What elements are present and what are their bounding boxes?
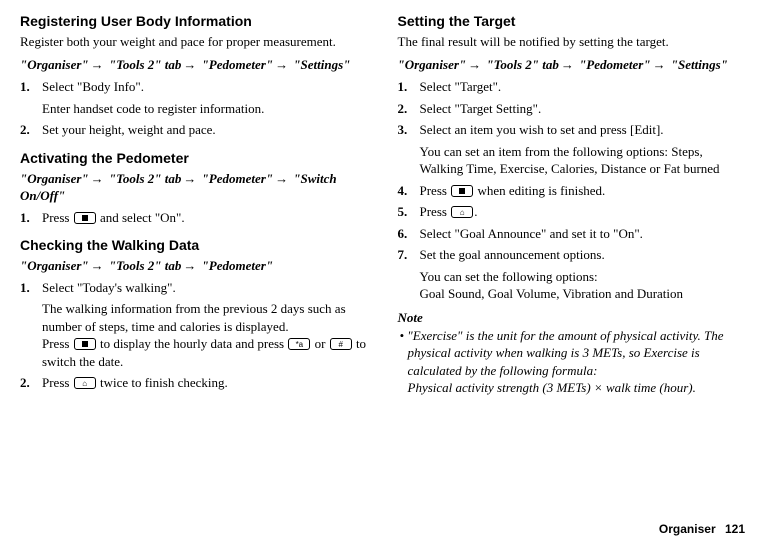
nav-part: "Organiser" bbox=[20, 258, 89, 273]
heading-activating: Activating the Pedometer bbox=[20, 149, 370, 168]
heading-register-body-info: Registering User Body Information bbox=[20, 12, 370, 31]
footer-section-label: Organiser bbox=[659, 522, 716, 536]
step-number: 4. bbox=[398, 182, 420, 200]
step-number: 2. bbox=[20, 374, 42, 392]
text-fragment: Press bbox=[420, 204, 451, 219]
step-number: 6. bbox=[398, 225, 420, 243]
page-footer: Organiser 121 bbox=[659, 521, 745, 537]
step-item: 4. Press when editing is finished. bbox=[398, 182, 748, 200]
step-text: Press when editing is finished. bbox=[420, 182, 748, 200]
footer-page-number: 121 bbox=[725, 522, 745, 536]
step-number: 1. bbox=[20, 279, 42, 371]
text-fragment: twice to finish checking. bbox=[97, 375, 228, 390]
note-label: Note bbox=[398, 309, 748, 327]
right-column: Setting the Target The final result will… bbox=[398, 12, 748, 397]
heading-checking: Checking the Walking Data bbox=[20, 236, 370, 255]
nav-part: "Settings" bbox=[671, 57, 728, 72]
steps-checking: 1. Select "Today's walking". The walking… bbox=[20, 279, 370, 392]
text-fragment: when editing is finished. bbox=[474, 183, 605, 198]
nav-part: "Tools 2" tab bbox=[109, 258, 181, 273]
step-text: Set the goal announcement options. bbox=[420, 247, 605, 262]
steps-register: 1. Select "Body Info". Enter handset cod… bbox=[20, 78, 370, 139]
text-fragment: Press bbox=[42, 375, 73, 390]
nav-part: "Settings" bbox=[293, 57, 350, 72]
nav-part: "Organiser" bbox=[20, 57, 89, 72]
center-key-icon bbox=[451, 185, 473, 197]
step-number: 1. bbox=[398, 78, 420, 96]
step-number: 5. bbox=[398, 203, 420, 221]
step-item: 2. Press ⌂ twice to finish checking. bbox=[20, 374, 370, 392]
nav-part: "Pedometer" bbox=[202, 258, 273, 273]
steps-activating: 1. Press and select "On". bbox=[20, 209, 370, 227]
step-text: Select "Today's walking". bbox=[42, 280, 176, 295]
step-item: 5. Press ⌂. bbox=[398, 203, 748, 221]
step-item: 6. Select "Goal Announce" and set it to … bbox=[398, 225, 748, 243]
step-item: 1. Select "Body Info". Enter handset cod… bbox=[20, 78, 370, 117]
step-number: 3. bbox=[398, 121, 420, 178]
nav-part: "Tools 2" tab bbox=[109, 171, 181, 186]
steps-target: 1. Select "Target". 2. Select "Target Se… bbox=[398, 78, 748, 303]
step-text: Press ⌂ twice to finish checking. bbox=[42, 374, 370, 392]
nav-part: "Organiser" bbox=[20, 171, 89, 186]
step-item: 7. Set the goal announcement options. Yo… bbox=[398, 246, 748, 303]
step-number: 2. bbox=[20, 121, 42, 139]
step-item: 1. Select "Today's walking". The walking… bbox=[20, 279, 370, 371]
step-number: 2. bbox=[398, 100, 420, 118]
star-key-icon: *a bbox=[288, 338, 310, 350]
step-text: Select "Body Info". bbox=[42, 79, 144, 94]
text-target-intro: The final result will be notified by set… bbox=[398, 33, 748, 51]
step-item: 1. Select "Target". bbox=[398, 78, 748, 96]
step-text: Set your height, weight and pace. bbox=[42, 121, 370, 139]
step-text: Select "Goal Announce" and set it to "On… bbox=[420, 225, 748, 243]
step-number: 7. bbox=[398, 246, 420, 303]
clear-key-icon: ⌂ bbox=[451, 206, 473, 218]
left-column: Registering User Body Information Regist… bbox=[20, 12, 370, 397]
text-fragment: Press bbox=[420, 183, 451, 198]
step-text: Press ⌂. bbox=[420, 203, 748, 221]
text-fragment: to display the hourly data and press bbox=[97, 336, 288, 351]
step-text: Press and select "On". bbox=[42, 209, 370, 227]
center-key-icon bbox=[74, 212, 96, 224]
text-register-intro: Register both your weight and pace for p… bbox=[20, 33, 370, 51]
step-subtext: Enter handset code to register informati… bbox=[42, 100, 370, 118]
nav-path-activating: "Organiser"→ "Tools 2" tab→ "Pedometer"→… bbox=[20, 170, 370, 205]
step-text: Select "Target". bbox=[420, 78, 748, 96]
nav-part: "Tools 2" tab bbox=[486, 57, 558, 72]
step-text: Select an item you wish to set and press… bbox=[420, 122, 664, 137]
step-item: 2. Select "Target Setting". bbox=[398, 100, 748, 118]
nav-path-register: "Organiser"→ "Tools 2" tab→ "Pedometer"→… bbox=[20, 56, 370, 74]
step-subtext: The walking information from the previou… bbox=[42, 300, 370, 370]
nav-part: "Pedometer" bbox=[579, 57, 650, 72]
step-subtext: You can set an item from the following o… bbox=[420, 143, 748, 178]
note-body: • "Exercise" is the unit for the amount … bbox=[398, 327, 748, 397]
step-item: 1. Press and select "On". bbox=[20, 209, 370, 227]
text-fragment: or bbox=[311, 336, 328, 351]
nav-part: "Organiser" bbox=[398, 57, 467, 72]
center-key-icon bbox=[74, 338, 96, 350]
step-number: 1. bbox=[20, 78, 42, 117]
step-text: Select "Target Setting". bbox=[420, 100, 748, 118]
text-fragment: Press bbox=[42, 210, 73, 225]
text-fragment: . bbox=[474, 204, 477, 219]
nav-path-checking: "Organiser"→ "Tools 2" tab→ "Pedometer" bbox=[20, 257, 370, 275]
step-subtext: You can set the following options: Goal … bbox=[420, 268, 748, 303]
text-fragment: and select "On". bbox=[97, 210, 185, 225]
nav-path-target: "Organiser"→ "Tools 2" tab→ "Pedometer"→… bbox=[398, 56, 748, 74]
clear-key-icon: ⌂ bbox=[74, 377, 96, 389]
nav-part: "Pedometer" bbox=[202, 171, 273, 186]
step-item: 3. Select an item you wish to set and pr… bbox=[398, 121, 748, 178]
hash-key-icon: # bbox=[330, 338, 352, 350]
step-number: 1. bbox=[20, 209, 42, 227]
step-item: 2. Set your height, weight and pace. bbox=[20, 121, 370, 139]
heading-target: Setting the Target bbox=[398, 12, 748, 31]
nav-part: "Pedometer" bbox=[202, 57, 273, 72]
nav-part: "Tools 2" tab bbox=[109, 57, 181, 72]
